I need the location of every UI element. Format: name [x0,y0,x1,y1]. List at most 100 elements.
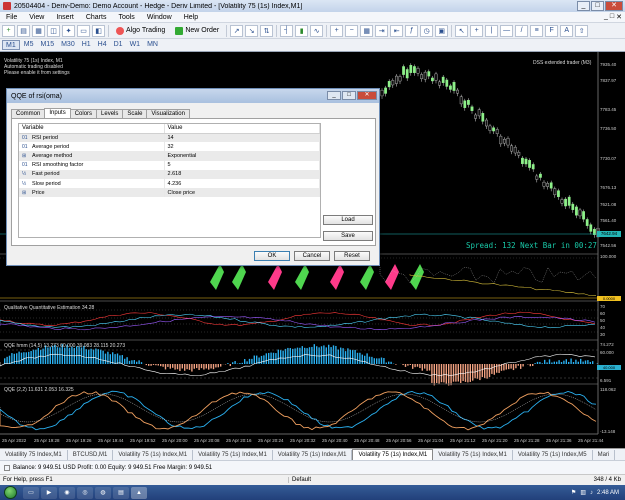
menu-window[interactable]: Window [141,14,178,21]
firefox-icon[interactable]: ◎ [77,486,93,499]
text-icon[interactable]: A [560,24,574,37]
column-header-variable[interactable]: Variable [19,124,165,134]
profiles-icon[interactable]: ▤ [17,24,30,37]
data-window-icon[interactable]: ◫ [47,24,60,37]
chart-shift-icon[interactable]: ⇤ [390,24,404,37]
input-row[interactable]: ⊞ Average method Exponential [19,151,320,161]
value-cell[interactable]: Exponential [164,151,320,161]
tab-levels[interactable]: Levels [96,109,124,118]
equidistant-channel-icon[interactable]: ≡ [530,24,544,37]
dialog-close-button[interactable]: ✕ [357,91,377,100]
timeframe-h1[interactable]: H1 [79,40,94,50]
timeframe-d1[interactable]: D1 [111,40,126,50]
sell-icon[interactable]: ↘ [245,24,259,37]
metatrader-icon[interactable]: ▲ [131,486,147,499]
candlestick-icon[interactable]: ▮ [295,24,309,37]
value-cell[interactable]: 4.236 [164,178,320,189]
minimize-button[interactable]: _ [577,1,590,11]
menu-insert[interactable]: Insert [50,14,80,21]
dialog-minimize-button[interactable]: _ [327,91,341,100]
timeframe-m5[interactable]: M5 [21,40,37,50]
line-chart-icon[interactable]: ∿ [310,24,324,37]
new-order-button[interactable]: New Order [171,25,223,37]
input-row[interactable]: ⊞ Price Close price [19,188,320,198]
menu-view[interactable]: View [23,14,50,21]
bar-chart-icon[interactable]: ┤ [280,24,294,37]
clock[interactable]: 2:48 AM [597,490,619,496]
value-cell[interactable]: 5 [164,160,320,170]
value-cell[interactable]: 2.618 [164,169,320,179]
tab-scale[interactable]: Scale [122,109,148,118]
zoom-out-icon[interactable]: − [345,24,359,37]
start-button[interactable] [4,486,17,499]
ok-button[interactable]: OK [254,251,290,261]
close-button[interactable]: ✕ [605,1,623,11]
algo-trading-button[interactable]: Algo Trading [112,25,169,37]
tab-colors[interactable]: Colors [69,109,98,118]
new-chart-icon[interactable]: + [2,24,15,37]
mdi-close-button[interactable]: ✕ [616,13,622,21]
terminal-icon[interactable]: ▭ [77,24,90,37]
chart-tab[interactable]: Volatility 75 Index,M1 [0,450,68,460]
timeframe-m15[interactable]: M15 [37,40,57,50]
timeframe-mn[interactable]: MN [144,40,161,50]
value-cell[interactable]: Close price [164,188,320,198]
chart-tab[interactable]: Volatility 75 (1s) Index,M5 [513,450,593,460]
templates-icon[interactable]: ▣ [435,24,449,37]
reset-button[interactable]: Reset [334,251,370,261]
chart-tab[interactable]: Volatility 75 (1s) Index,M1 [273,450,353,460]
browser-icon[interactable]: ◉ [59,486,75,499]
tile-windows-icon[interactable]: ▦ [360,24,374,37]
period-icon[interactable]: ◷ [420,24,434,37]
flag-icon[interactable]: ⚑ [571,489,576,496]
mdi-restore-button[interactable]: □ [610,13,614,21]
fibonacci-icon[interactable]: F [545,24,559,37]
menu-help[interactable]: Help [178,14,204,21]
folder-icon[interactable]: ▤ [113,486,129,499]
chart-tab[interactable]: Volatility 75 (1s) Index,M1 [433,450,513,460]
menu-charts[interactable]: Charts [80,14,113,21]
cursor-icon[interactable]: ↖ [455,24,469,37]
timeframe-w1[interactable]: W1 [127,40,144,50]
chrome-icon[interactable]: ◍ [95,486,111,499]
buy-icon[interactable]: ↗ [230,24,244,37]
maximize-button[interactable]: □ [591,1,604,11]
load-button[interactable]: Load [323,215,373,225]
arrows-icon[interactable]: ⇧ [575,24,589,37]
dialog-maximize-button[interactable]: □ [342,91,356,100]
input-row[interactable]: 01 Average period 32 [19,142,320,152]
mdi-minimize-button[interactable]: _ [604,13,608,21]
timeframe-h4[interactable]: H4 [95,40,110,50]
chart-tab[interactable]: Volatility 75 (1s) Index,M1 [193,450,273,460]
input-row[interactable]: ½ Slow period 4.236 [19,178,320,189]
navigator-icon[interactable]: ✦ [62,24,75,37]
zoom-in-icon[interactable]: + [330,24,344,37]
column-header-value[interactable]: Value [164,124,320,134]
strategy-tester-icon[interactable]: ◧ [92,24,105,37]
dialog-title-bar[interactable]: QQE of rsi(oma) _ □ ✕ [7,89,379,103]
menu-tools[interactable]: Tools [112,14,140,21]
horizontal-line-icon[interactable]: — [500,24,514,37]
network-icon[interactable]: ▥ [580,489,586,496]
indicators-icon[interactable]: ƒ [405,24,419,37]
trendline-icon[interactable]: / [515,24,529,37]
tab-inputs[interactable]: Inputs [44,108,71,118]
timeframe-m30[interactable]: M30 [58,40,78,50]
vertical-line-icon[interactable]: | [485,24,499,37]
chart-tab[interactable]: Volatility 75 (1s) Index,M1 [113,450,194,460]
chart-tab-active[interactable]: Volatility 75 (1s) Index,M1 [352,449,434,460]
menu-file[interactable]: File [0,14,23,21]
auto-scroll-icon[interactable]: ⇥ [375,24,389,37]
market-watch-icon[interactable]: ▦ [32,24,45,37]
input-row[interactable]: 01 RSI period 14 [19,133,320,143]
timeframe-m1[interactable]: M1 [2,40,20,50]
input-row[interactable]: ½ Fast period 2.618 [19,169,320,179]
cancel-button[interactable]: Cancel [294,251,330,261]
explorer-icon[interactable]: ▭ [23,486,39,499]
value-cell[interactable]: 14 [164,133,320,143]
save-button[interactable]: Save [323,231,373,241]
deal-icon[interactable]: ⇅ [260,24,274,37]
tab-visualization[interactable]: Visualization [146,109,190,118]
chart-tab[interactable]: Mari [593,450,616,460]
chart-tab[interactable]: BTCUSD,M1 [68,450,114,460]
